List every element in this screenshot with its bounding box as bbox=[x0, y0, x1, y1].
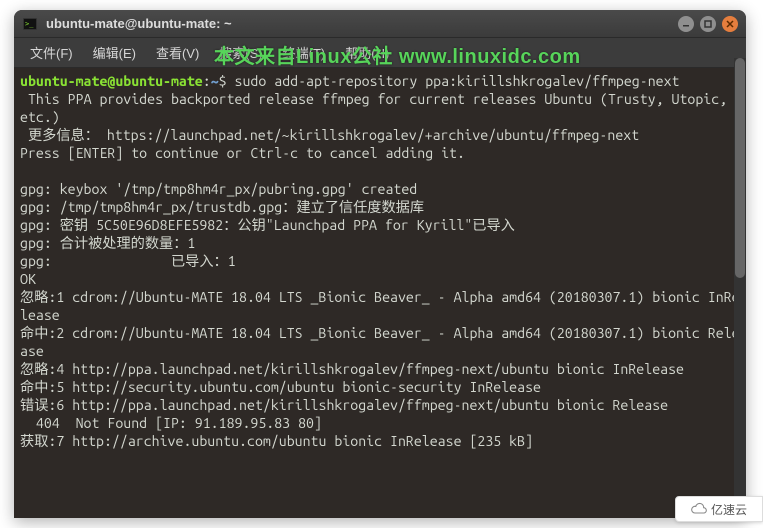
cloud-icon bbox=[691, 501, 707, 517]
output-line: 错误:6 http://ppa.launchpad.net/kirillshkr… bbox=[20, 397, 668, 413]
output-line: This PPA provides backported release ffm… bbox=[20, 91, 735, 125]
provider-badge: 亿速云 bbox=[675, 496, 763, 522]
app-icon: >_ bbox=[22, 16, 38, 32]
menu-search[interactable]: 搜索(S) bbox=[209, 39, 272, 66]
prompt-colon: : bbox=[203, 73, 211, 89]
output-line: 命中:2 cdrom://Ubuntu-MATE 18.04 LTS _Bion… bbox=[20, 325, 740, 359]
output-line: 获取:7 http://archive.ubuntu.com/ubuntu bi… bbox=[20, 433, 533, 449]
command-text: sudo add-apt-repository ppa:kirillshkrog… bbox=[235, 73, 680, 89]
terminal-window: >_ ubuntu-mate@ubuntu-mate: ~ 文件(F) 编辑(E… bbox=[14, 10, 746, 518]
output-line: gpg: keybox '/tmp/tmp8hm4r_px/pubring.gp… bbox=[20, 181, 417, 197]
menubar: 文件(F) 编辑(E) 查看(V) 搜索(S) 终端(T) 帮助(H) 本文来自… bbox=[14, 38, 746, 68]
scrollbar-thumb[interactable] bbox=[735, 58, 745, 278]
output-line: gpg: 合计被处理的数量：1 bbox=[20, 235, 195, 251]
scrollbar-track[interactable] bbox=[734, 58, 746, 518]
output-line: gpg: 密钥 5C50E96D8EFE5982：公钥"Launchpad PP… bbox=[20, 217, 515, 233]
menu-help[interactable]: 帮助(H) bbox=[335, 39, 399, 66]
maximize-button[interactable] bbox=[700, 16, 716, 32]
titlebar[interactable]: >_ ubuntu-mate@ubuntu-mate: ~ bbox=[14, 10, 746, 38]
menu-file[interactable]: 文件(F) bbox=[20, 39, 83, 66]
menu-edit[interactable]: 编辑(E) bbox=[83, 39, 146, 66]
minimize-button[interactable] bbox=[678, 16, 694, 32]
output-line: OK bbox=[20, 271, 36, 287]
svg-text:>_: >_ bbox=[25, 20, 34, 28]
output-line: gpg: /tmp/tmp8hm4r_px/trustdb.gpg：建立了信任度… bbox=[20, 199, 424, 215]
terminal-output[interactable]: ubuntu-mate@ubuntu-mate:~$ sudo add-apt-… bbox=[14, 68, 746, 518]
output-line: 更多信息： https://launchpad.net/~kirillshkro… bbox=[20, 127, 639, 143]
output-line: Press [ENTER] to continue or Ctrl-c to c… bbox=[20, 145, 465, 161]
window-buttons bbox=[678, 16, 738, 32]
output-line: gpg: 已导入：1 bbox=[20, 253, 236, 269]
window-title: ubuntu-mate@ubuntu-mate: ~ bbox=[46, 16, 678, 31]
output-line: 忽略:4 http://ppa.launchpad.net/kirillshkr… bbox=[20, 361, 684, 377]
prompt-dollar: $ bbox=[219, 73, 235, 89]
output-line: 404 Not Found [IP: 91.189.95.83 80] bbox=[20, 415, 322, 431]
output-line: 忽略:1 cdrom://Ubuntu-MATE 18.04 LTS _Bion… bbox=[20, 289, 740, 323]
output-line: 命中:5 http://security.ubuntu.com/ubuntu b… bbox=[20, 379, 541, 395]
prompt-user-host: ubuntu-mate@ubuntu-mate bbox=[20, 73, 203, 89]
menu-view[interactable]: 查看(V) bbox=[146, 39, 209, 66]
menu-terminal[interactable]: 终端(T) bbox=[273, 39, 336, 66]
close-button[interactable] bbox=[722, 16, 738, 32]
badge-text: 亿速云 bbox=[711, 501, 747, 518]
prompt-path: ~ bbox=[211, 73, 219, 89]
